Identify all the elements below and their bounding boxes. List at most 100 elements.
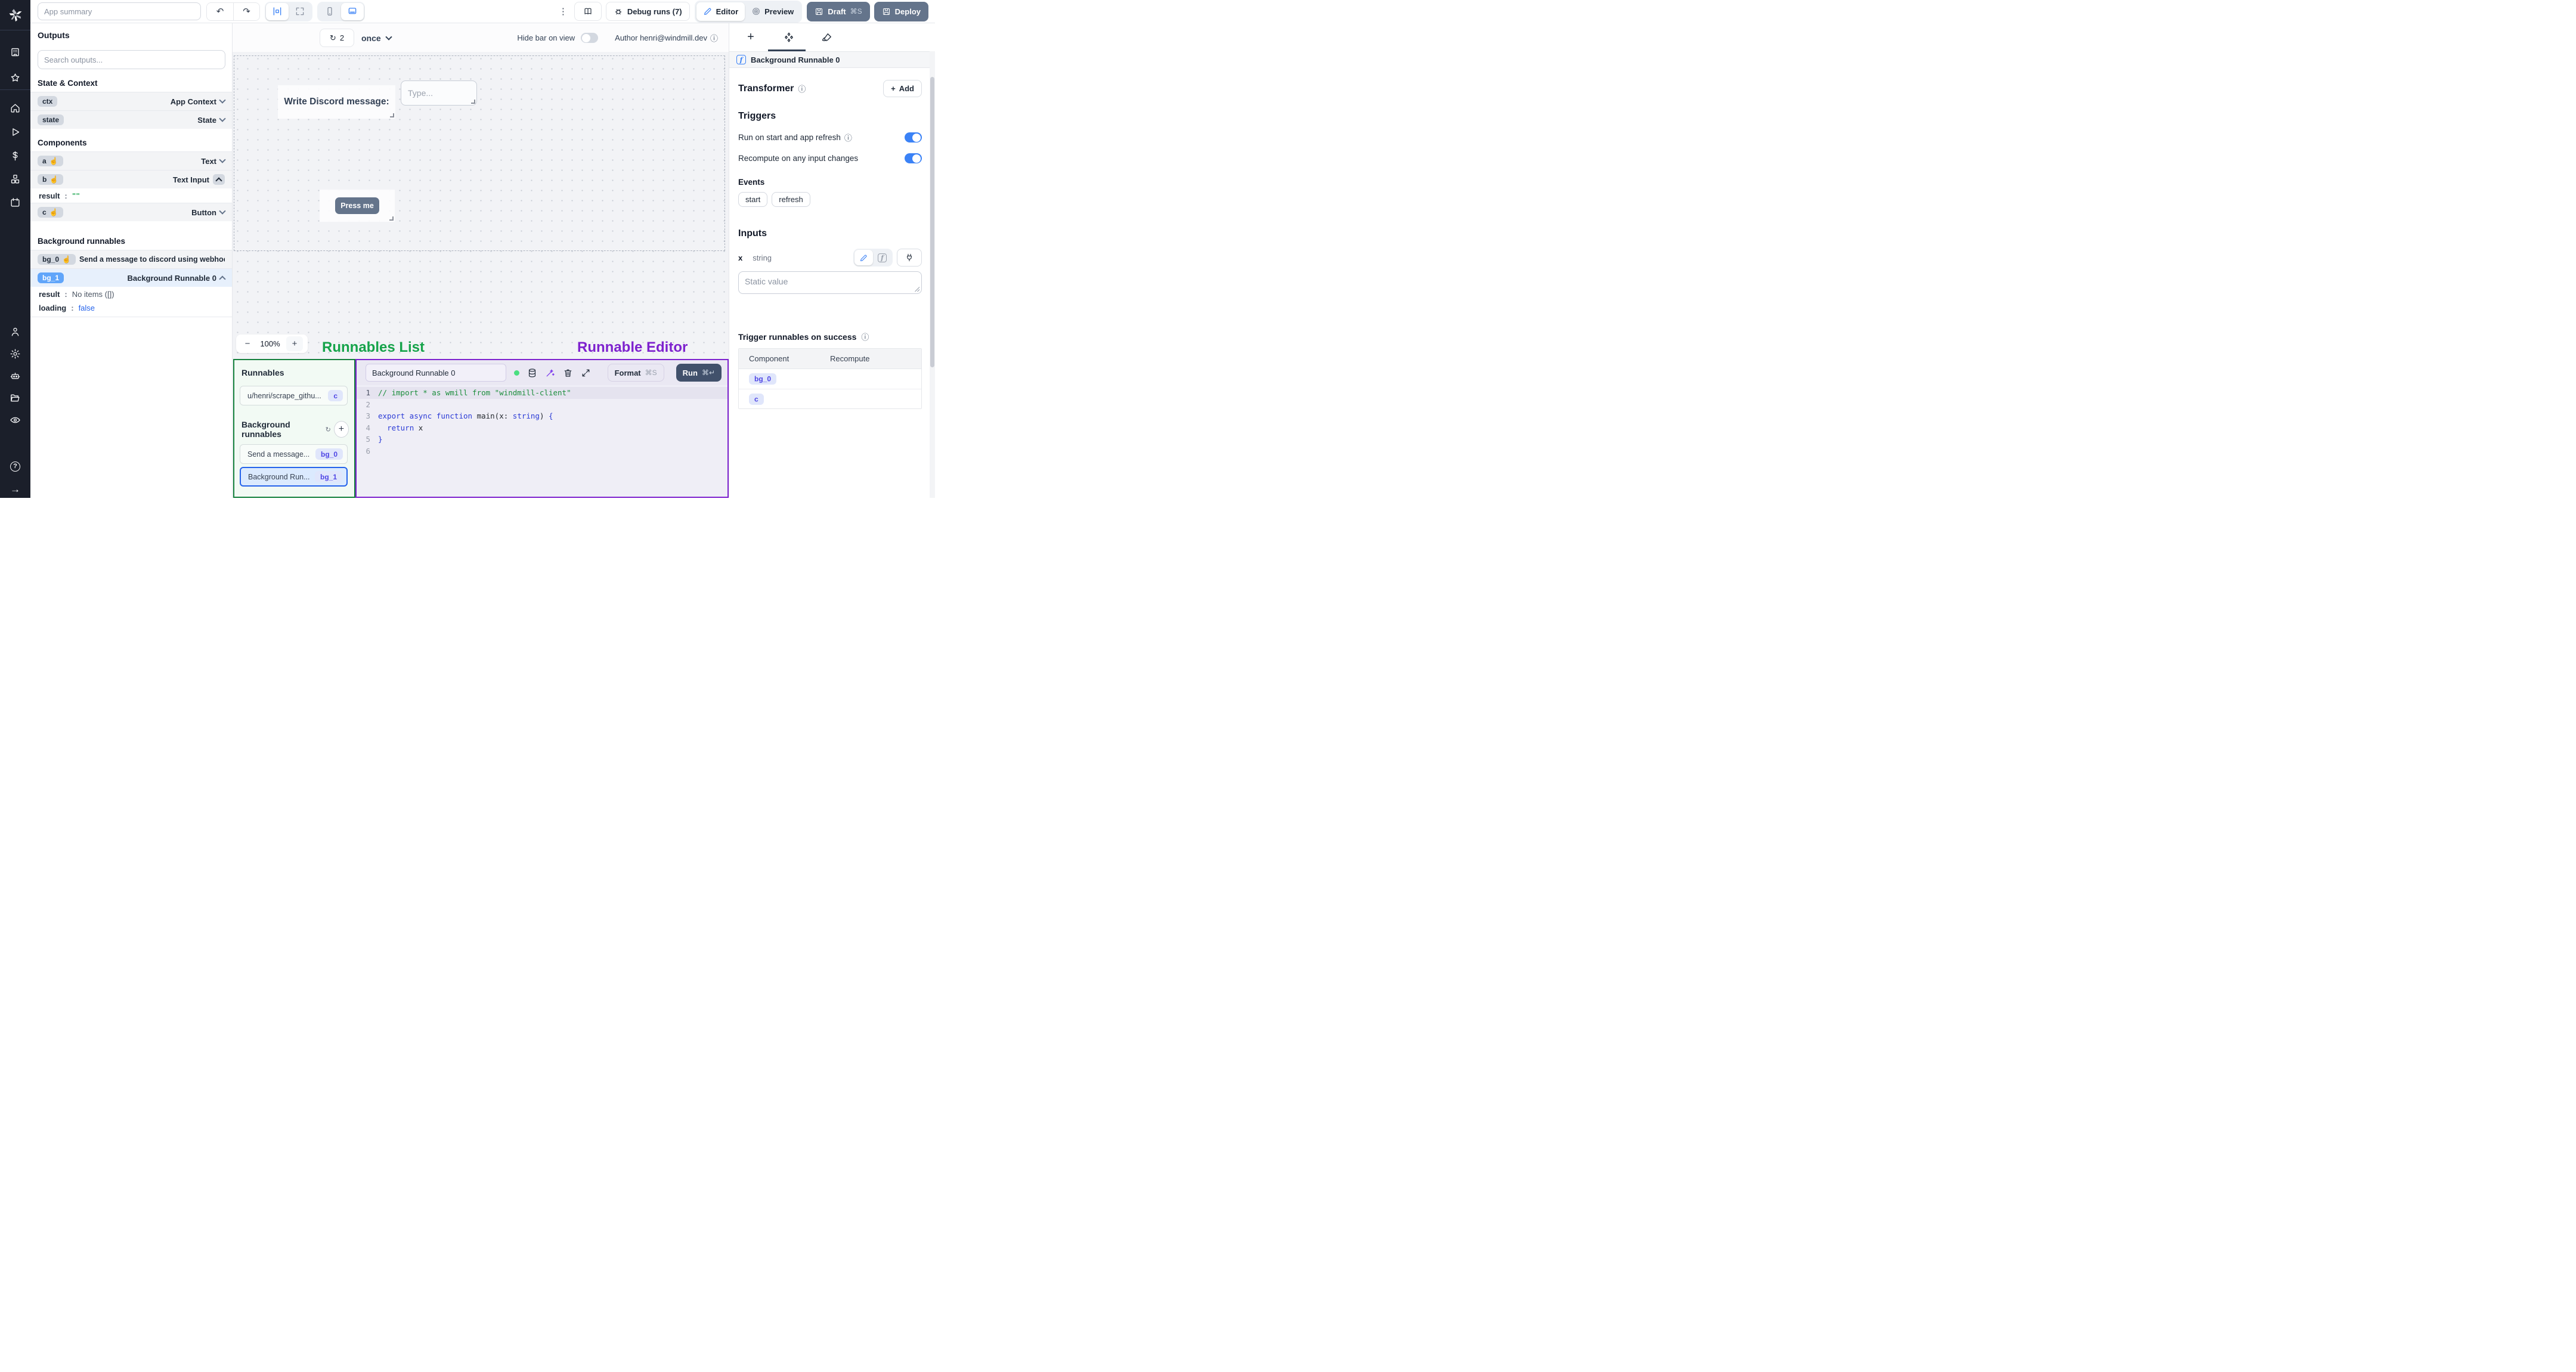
collapse-arrow-icon[interactable]: →: [10, 484, 21, 495]
settings-gear-icon[interactable]: [10, 348, 21, 360]
format-button[interactable]: Format ⌘S: [607, 364, 664, 382]
component-badge[interactable]: bg_0: [749, 373, 777, 385]
runnable-item-c[interactable]: u/henri/scrape_githu... c: [240, 386, 348, 405]
code-line[interactable]: 6: [357, 445, 727, 457]
resources-cubes-icon[interactable]: [10, 173, 21, 185]
output-row-bg0[interactable]: bg_0 ☝ Send a message to discord using w…: [30, 250, 232, 268]
more-menu-button[interactable]: ⋮: [559, 6, 568, 17]
undo-button[interactable]: ↶: [207, 2, 233, 20]
chevron-down-icon[interactable]: [219, 115, 226, 122]
bg1-loading-row[interactable]: loading : false: [30, 301, 232, 317]
refresh-count-button[interactable]: ↻ 2: [320, 29, 354, 47]
info-icon[interactable]: ⓘ: [710, 32, 718, 44]
runnable-name-input[interactable]: [366, 364, 506, 382]
code-editor[interactable]: 1 // import * as wmill from "windmill-cli…: [357, 385, 727, 497]
search-outputs-input[interactable]: [38, 50, 225, 69]
connect-input-button[interactable]: [897, 249, 922, 267]
a-badge[interactable]: a ☝: [38, 156, 63, 166]
tab-add-component[interactable]: +: [744, 30, 757, 44]
resize-handle[interactable]: [471, 100, 475, 104]
output-row-c[interactable]: c ☝ Button: [30, 203, 232, 221]
b-badge[interactable]: b ☝: [38, 174, 64, 185]
output-row-b[interactable]: b ☝ Text Input: [30, 170, 232, 188]
output-row-bg1[interactable]: bg_1 Background Runnable 0: [30, 268, 232, 287]
code-line[interactable]: 2: [357, 399, 727, 411]
ai-assistant-button[interactable]: [545, 368, 555, 378]
resize-handle[interactable]: [390, 113, 394, 117]
component-badge[interactable]: c: [749, 393, 764, 405]
favorites-star-icon[interactable]: [10, 72, 21, 83]
add-transformer-button[interactable]: + Add: [883, 80, 922, 97]
resize-handle[interactable]: [389, 216, 394, 221]
docs-button[interactable]: [574, 2, 602, 21]
ctx-badge[interactable]: ctx: [38, 96, 58, 107]
fullscreen-button[interactable]: [289, 3, 311, 20]
press-me-button[interactable]: Press me: [335, 197, 379, 214]
static-value-textarea[interactable]: Static value: [738, 271, 922, 294]
textarea-resize-handle[interactable]: [914, 286, 919, 292]
info-icon[interactable]: ⓘ: [844, 132, 852, 143]
button-component[interactable]: Press me: [320, 190, 395, 222]
tab-component-settings[interactable]: [782, 31, 795, 44]
info-icon[interactable]: ⓘ: [798, 83, 806, 94]
redo-button[interactable]: ↷: [233, 2, 259, 20]
zoom-out-button[interactable]: −: [241, 339, 254, 349]
eval-mode-button[interactable]: f: [873, 250, 891, 265]
draft-button[interactable]: Draft ⌘S: [807, 1, 870, 21]
bg1-badge[interactable]: bg_1: [38, 272, 64, 283]
collapse-button[interactable]: [213, 174, 225, 185]
bg0-badge[interactable]: bg_0 ☝: [38, 254, 76, 265]
code-line[interactable]: 1 // import * as wmill from "windmill-cli…: [357, 387, 727, 399]
add-bg-runnable-button[interactable]: +: [333, 421, 349, 438]
expand-editor-button[interactable]: [581, 368, 591, 378]
code-line[interactable]: 5}: [357, 433, 727, 445]
desktop-view-button[interactable]: [341, 2, 364, 20]
audit-eye-icon[interactable]: [10, 414, 21, 426]
b-result-row[interactable]: result : "": [30, 188, 232, 203]
delete-runnable-button[interactable]: [563, 368, 573, 378]
info-icon[interactable]: ⓘ: [861, 331, 869, 342]
runnable-item-bg1-selected[interactable]: Background Run... bg_1: [240, 467, 348, 487]
chevron-down-icon[interactable]: [219, 156, 226, 163]
chevron-up-icon[interactable]: [219, 275, 226, 283]
tab-preview[interactable]: Preview: [745, 2, 800, 21]
recompute-toggle[interactable]: [905, 153, 922, 163]
app-summary-input[interactable]: [38, 2, 201, 20]
cache-database-button[interactable]: [527, 368, 537, 378]
text-component[interactable]: Write Discord message:: [278, 85, 395, 119]
user-icon[interactable]: [10, 326, 21, 337]
run-on-start-toggle[interactable]: [905, 132, 922, 143]
center-layout-button[interactable]: [266, 2, 289, 20]
output-row-a[interactable]: a ☝ Text: [30, 151, 232, 170]
output-row-state[interactable]: state State: [30, 110, 232, 129]
chevron-down-icon[interactable]: [219, 97, 226, 104]
code-line[interactable]: 3 export async function main(x: string) {: [357, 410, 727, 422]
help-icon[interactable]: ?: [10, 460, 21, 472]
frequency-dropdown[interactable]: once: [361, 29, 392, 47]
hide-bar-toggle[interactable]: [581, 33, 599, 43]
static-mode-button[interactable]: [854, 250, 873, 265]
runs-play-icon[interactable]: [10, 126, 21, 138]
mobile-view-button[interactable]: [318, 3, 341, 20]
workers-robot-icon[interactable]: [10, 370, 21, 382]
schedules-calendar-icon[interactable]: [10, 196, 21, 208]
scrollbar-thumb[interactable]: [930, 77, 934, 367]
windmill-logo[interactable]: [0, 0, 30, 30]
variables-dollar-icon[interactable]: [10, 150, 21, 162]
runnable-item-bg0[interactable]: Send a message... bg_0: [240, 444, 348, 464]
tab-editor[interactable]: Editor: [696, 2, 745, 21]
code-line[interactable]: 4 return x: [357, 422, 727, 434]
c-badge[interactable]: c ☝: [38, 207, 63, 218]
text-input-component[interactable]: Type...: [401, 80, 477, 106]
workspace-icon[interactable]: [10, 46, 21, 58]
deploy-button[interactable]: Deploy: [874, 1, 928, 21]
zoom-in-button[interactable]: +: [286, 336, 303, 351]
tab-styling[interactable]: [821, 31, 834, 44]
state-badge[interactable]: state: [38, 114, 64, 125]
debug-runs-button[interactable]: Debug runs (7): [605, 2, 690, 21]
home-icon[interactable]: [10, 102, 21, 114]
bg1-result-row[interactable]: result : No items ([]): [30, 287, 232, 301]
chevron-down-icon[interactable]: [219, 207, 226, 215]
scrollbar-track[interactable]: [930, 51, 935, 498]
run-button[interactable]: Run ⌘↵: [676, 364, 722, 382]
